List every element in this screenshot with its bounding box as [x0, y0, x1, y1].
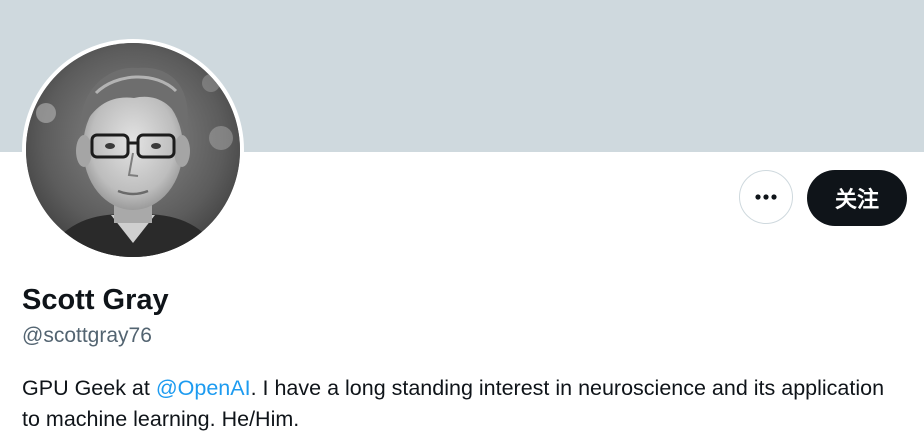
profile-bio: GPU Geek at @OpenAI. I have a long stand… — [22, 373, 902, 435]
user-handle: @scottgray76 — [22, 324, 152, 347]
more-options-button[interactable] — [739, 170, 793, 224]
more-horizontal-icon — [755, 194, 777, 200]
follow-button[interactable]: 关注 — [807, 170, 907, 226]
profile-page: 关注 Scott Gray @scottgray76 GPU Geek at @… — [0, 0, 924, 436]
display-name: Scott Gray — [22, 284, 169, 316]
bio-text-prefix: GPU Geek at — [22, 376, 156, 400]
follow-button-label: 关注 — [834, 188, 879, 213]
bio-mention-link[interactable]: @OpenAI — [156, 376, 251, 400]
profile-avatar[interactable] — [22, 39, 244, 261]
avatar-photo — [26, 43, 240, 257]
